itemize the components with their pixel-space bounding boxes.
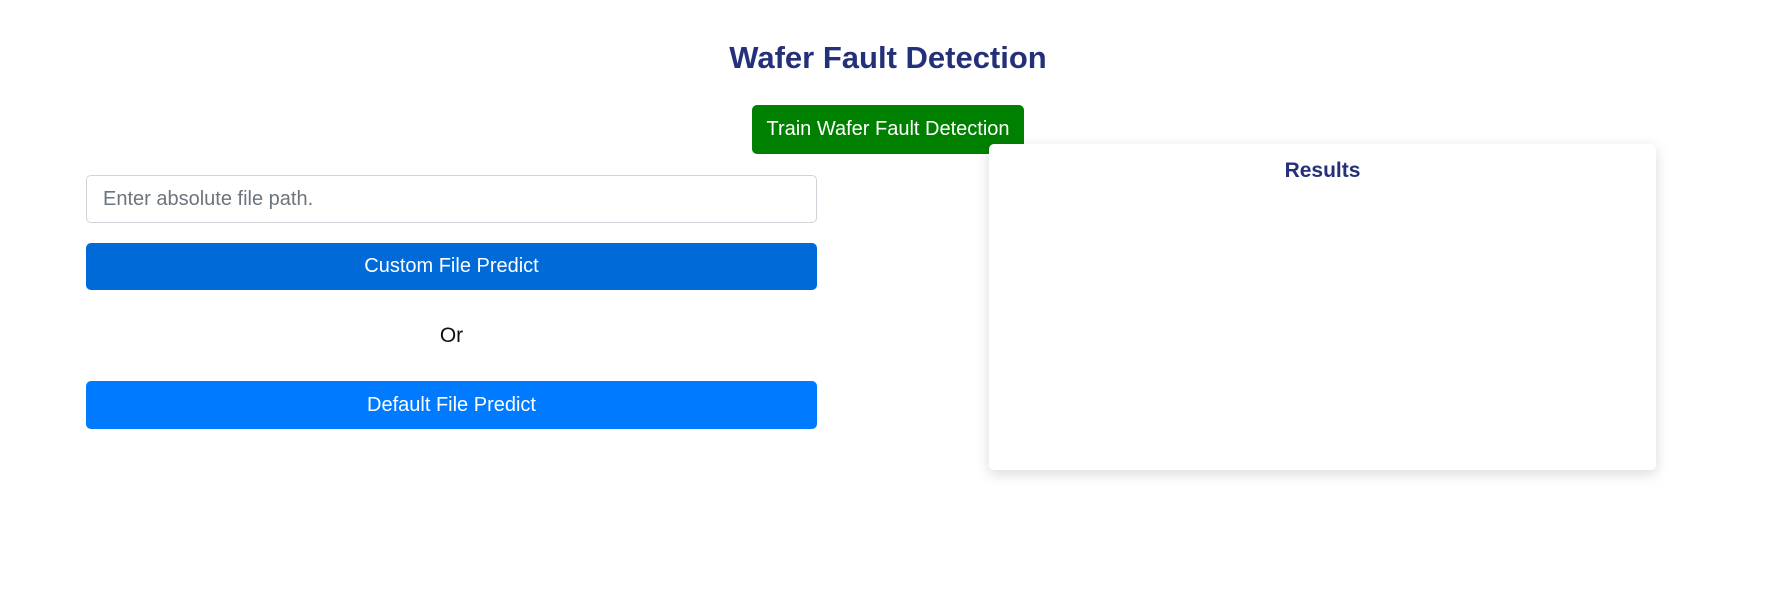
custom-file-predict-button[interactable]: Custom File Predict: [86, 243, 817, 290]
results-output: [1009, 196, 1636, 454]
file-path-input[interactable]: [86, 175, 817, 223]
default-file-predict-button[interactable]: Default File Predict: [86, 381, 817, 429]
results-title: Results: [1284, 159, 1361, 182]
train-button[interactable]: Train Wafer Fault Detection: [752, 105, 1024, 154]
or-separator: Or: [439, 324, 464, 347]
results-card: Results: [989, 144, 1656, 470]
page-title: Wafer Fault Detection: [729, 39, 1047, 75]
